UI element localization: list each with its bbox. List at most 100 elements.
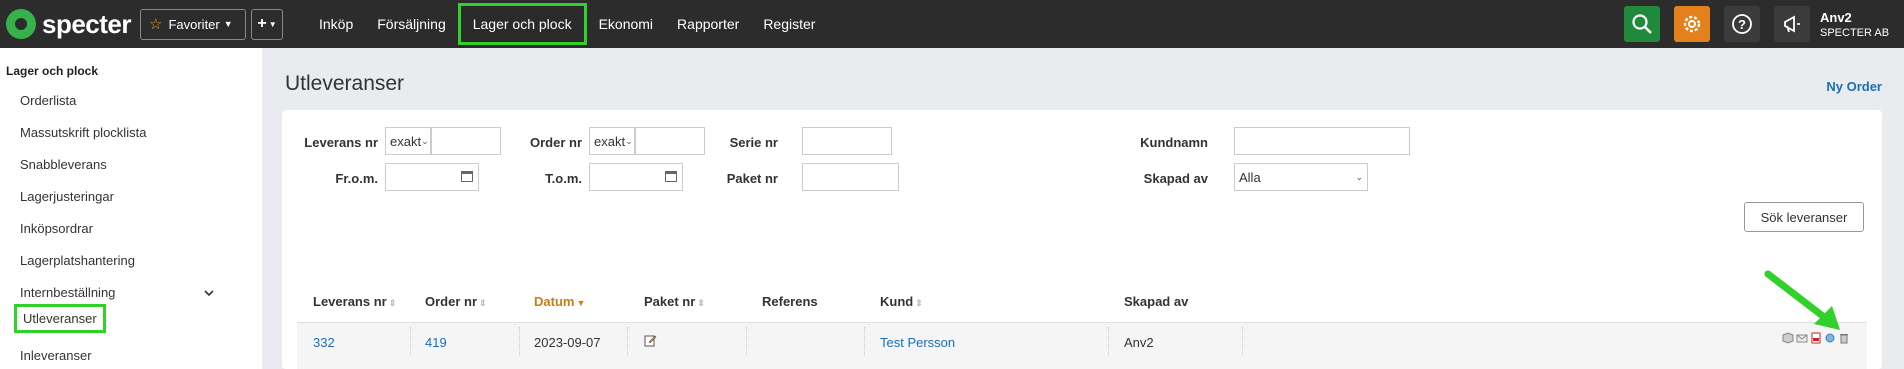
order-nr-label: Order nr: [529, 135, 582, 150]
sidebar-item-lagerplatshantering[interactable]: Lagerplatshantering: [20, 253, 242, 268]
top-icons: ? Anv2 SPECTER AB: [1624, 0, 1904, 48]
sidebar-item-label: Internbeställning: [20, 285, 116, 300]
cell-paket-nr[interactable]: [644, 334, 657, 350]
column-label: Kund: [880, 294, 914, 309]
chevron-down-icon: [204, 290, 214, 297]
column-label: Skapad av: [1124, 294, 1189, 309]
sort-icon: ⇕: [388, 298, 397, 308]
column-label: Leverans nr: [313, 294, 387, 309]
new-order-link[interactable]: Ny Order: [1826, 79, 1882, 94]
nav-ekonomi[interactable]: Ekonomi: [587, 4, 665, 44]
skapad-av-value: Alla: [1239, 169, 1261, 185]
column-label: Datum: [534, 294, 575, 309]
serie-nr-input[interactable]: [802, 127, 892, 155]
logo[interactable]: specter: [6, 9, 132, 40]
leverans-nr-label: Leverans nr: [304, 135, 378, 150]
search-panel: Leverans nr exakt ⌄ Order nr exakt ⌄ Ser…: [282, 110, 1882, 369]
sidebar-item-utleveranser[interactable]: Utleveranser: [14, 304, 106, 333]
column-header-order-nr[interactable]: Order nr ⇕: [425, 294, 487, 309]
column-separator: [627, 327, 628, 355]
sidebar-item-inkopsordrar[interactable]: Inköpsordrar: [20, 221, 93, 236]
sort-icon: ⇕: [479, 298, 487, 308]
chevron-down-icon: ⌄: [625, 135, 633, 146]
nav-lager-och-plock[interactable]: Lager och plock: [457, 3, 587, 45]
nav-forsaljning[interactable]: Försäljning: [365, 4, 457, 44]
cell-leverans-nr[interactable]: 332: [313, 335, 335, 350]
calendar-icon[interactable]: [665, 171, 677, 182]
page-title: Utleveranser: [285, 72, 405, 95]
gear-icon: [1683, 15, 1701, 33]
skapad-av-select[interactable]: Alla ⌄: [1234, 163, 1368, 191]
cell-skapad-av: Anv2: [1124, 335, 1154, 350]
annotation-arrow: [1764, 270, 1840, 330]
column-separator: [864, 327, 865, 355]
nav-rapporter[interactable]: Rapporter: [665, 4, 751, 44]
tom-date-input[interactable]: [589, 163, 683, 191]
sidebar-item-massutskrift-plocklista[interactable]: Massutskrift plocklista: [20, 125, 146, 140]
settings-button[interactable]: [1674, 6, 1710, 42]
column-separator: [1242, 327, 1243, 355]
column-separator: [746, 327, 747, 355]
leverans-nr-mode-value: exakt: [390, 133, 422, 149]
column-label: Paket nr: [644, 294, 696, 309]
nav-register[interactable]: Register: [751, 4, 827, 44]
add-button[interactable]: + ▼: [251, 8, 283, 40]
column-header-kund[interactable]: Kund ⇕: [880, 294, 923, 309]
search-icon: [1632, 14, 1652, 34]
paket-nr-label: Paket nr: [726, 171, 778, 186]
calendar-icon[interactable]: [461, 171, 473, 182]
sidebar-item-inleveranser[interactable]: Inleveranser: [20, 348, 92, 363]
favorites-label: Favoriter: [168, 16, 220, 32]
user-menu[interactable]: Anv2 SPECTER AB: [1820, 10, 1904, 39]
sidebar: Lager och plock Orderlista Massutskrift …: [0, 48, 262, 369]
table-row[interactable]: [297, 322, 1867, 369]
cell-kund[interactable]: Test Persson: [880, 335, 955, 350]
favorites-button[interactable]: ☆ Favoriter ▼: [140, 8, 246, 40]
user-name: Anv2: [1820, 9, 1852, 25]
column-header-leverans-nr[interactable]: Leverans nr ⇕: [313, 294, 396, 309]
sort-icon: ⇕: [697, 298, 705, 308]
search-button[interactable]: [1624, 6, 1660, 42]
cell-datum: 2023-09-07: [534, 335, 601, 350]
column-separator: [519, 327, 520, 355]
order-nr-mode-value: exakt: [594, 133, 626, 149]
serie-nr-label: Serie nr: [729, 135, 778, 150]
edit-icon[interactable]: [644, 334, 657, 347]
from-date-label: Fr.o.m.: [335, 171, 378, 186]
sidebar-item-lagerjusteringar[interactable]: Lagerjusteringar: [20, 189, 114, 204]
sidebar-item-internbestallning[interactable]: Internbeställning: [20, 285, 242, 300]
cell-order-nr[interactable]: 419: [425, 335, 447, 350]
sidebar-item-snabbleverans[interactable]: Snabbleverans: [20, 157, 107, 172]
kundnamn-label: Kundnamn: [1140, 135, 1208, 150]
star-icon: ☆: [149, 16, 163, 33]
column-header-skapad-av: Skapad av: [1124, 294, 1188, 309]
column-header-datum[interactable]: Datum ▼: [534, 294, 585, 309]
caret-down-icon: ▼: [268, 19, 277, 29]
search-deliveries-button[interactable]: Sök leveranser: [1744, 202, 1864, 232]
sort-desc-icon: ▼: [576, 298, 586, 308]
kundnamn-input[interactable]: [1234, 127, 1410, 155]
megaphone-icon: [1784, 15, 1800, 33]
order-nr-mode-select[interactable]: exakt ⌄: [589, 127, 635, 155]
svg-text:?: ?: [1738, 17, 1746, 32]
announcements-button[interactable]: [1774, 6, 1810, 42]
caret-down-icon: ▼: [223, 19, 233, 29]
leverans-nr-mode-select[interactable]: exakt ⌄: [385, 127, 431, 155]
main-nav: Inköp Försäljning Lager och plock Ekonom…: [307, 0, 827, 48]
sidebar-item-orderlista[interactable]: Orderlista: [20, 93, 76, 108]
from-date-input[interactable]: [385, 163, 479, 191]
column-header-referens: Referens: [762, 294, 818, 309]
logo-text: specter: [42, 8, 132, 39]
help-button[interactable]: ?: [1724, 6, 1760, 42]
help-icon: ?: [1732, 14, 1752, 34]
column-header-paket-nr[interactable]: Paket nr ⇕: [644, 294, 705, 309]
chevron-down-icon: ⌄: [1355, 171, 1363, 182]
logo-icon: [6, 9, 36, 39]
column-separator: [410, 327, 411, 355]
column-label: Order nr: [425, 294, 478, 309]
paket-nr-input[interactable]: [802, 163, 899, 191]
nav-inkop[interactable]: Inköp: [307, 4, 365, 44]
sort-icon: ⇕: [915, 298, 923, 308]
leverans-nr-input[interactable]: [431, 127, 501, 155]
column-label: Referens: [762, 294, 818, 309]
